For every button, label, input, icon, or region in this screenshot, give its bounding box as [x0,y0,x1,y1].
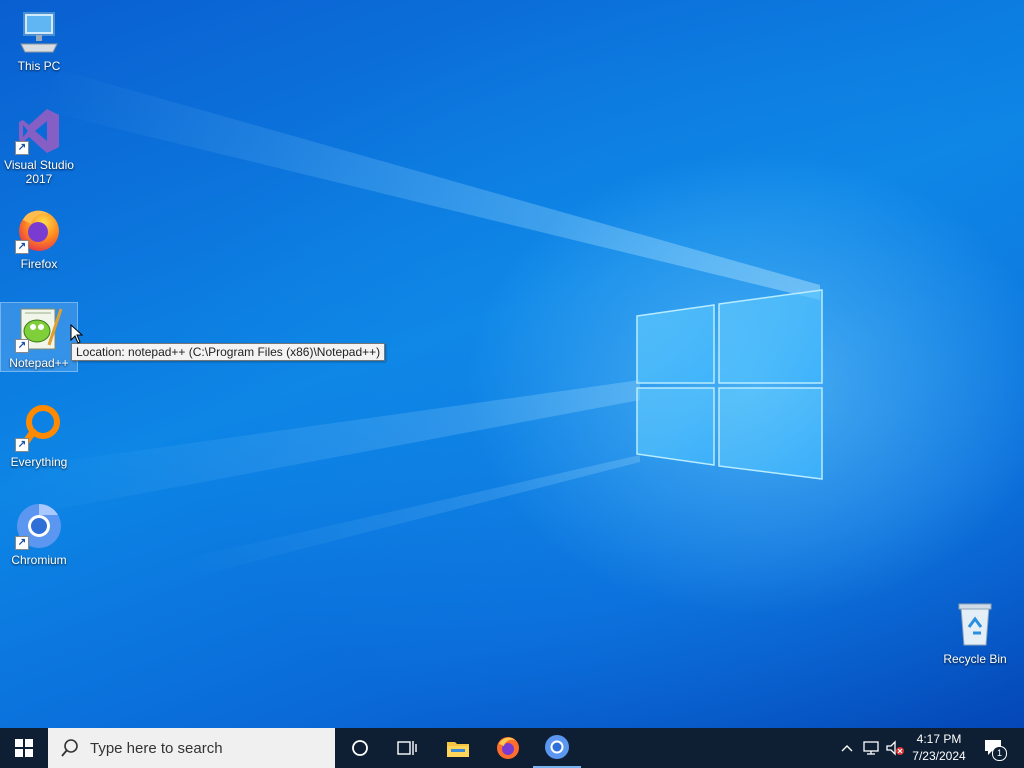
shortcut-arrow-icon: ↗ [15,339,29,353]
everything-search-icon: ↗ [15,404,63,452]
taskbar-firefox[interactable] [484,728,532,768]
task-view-icon [397,741,417,755]
chevron-up-icon [841,745,853,752]
windows-start-icon [15,739,33,757]
file-explorer-icon [447,742,469,757]
windows-logo-wallpaper [636,289,823,480]
desktop: This PC ↗ Visual Studio 2017 ↗ Firefox ↗… [0,0,1024,728]
notepad-plus-plus-icon: ↗ [15,305,63,353]
desktop-icon-this-pc[interactable]: This PC [1,8,77,73]
start-button[interactable] [0,728,48,768]
volume-tray-button[interactable] [884,728,906,768]
firefox-icon: ↗ [15,206,63,254]
search-icon [61,739,78,757]
cortana-button[interactable] [337,728,383,768]
network-tray-button[interactable] [860,728,882,768]
firefox-icon [497,737,519,759]
desktop-icon-visual-studio[interactable]: ↗ Visual Studio 2017 [1,107,77,186]
chromium-icon [545,735,569,759]
taskbar-chromium[interactable] [533,728,581,768]
desktop-icon-recycle-bin[interactable]: Recycle Bin [937,601,1013,666]
network-icon [863,741,879,755]
taskbar-file-explorer[interactable] [434,728,482,768]
task-view-button[interactable] [384,728,430,768]
action-center-button[interactable]: 1 [978,728,1010,768]
desktop-icon-notepad-plus-plus[interactable]: ↗ Notepad++ [0,302,78,372]
wallpaper-light-beams [0,70,820,575]
mouse-cursor-icon [70,324,84,344]
desktop-icon-everything[interactable]: ↗ Everything [1,404,77,469]
desktop-icon-firefox[interactable]: ↗ Firefox [1,206,77,271]
tooltip-notepad-location: Location: notepad++ (C:\Program Files (x… [71,343,386,361]
shortcut-arrow-icon: ↗ [15,240,29,254]
shortcut-arrow-icon: ↗ [15,438,29,452]
notification-count-badge: 1 [992,746,1007,761]
clock-time: 4:17 PM [916,732,962,746]
shortcut-arrow-icon: ↗ [15,141,29,155]
volume-muted-icon [886,740,904,756]
shortcut-arrow-icon: ↗ [15,536,29,550]
taskbar: Type here to search 4:17 PM 7/23/2024 1 [0,728,1024,768]
computer-icon [15,8,63,56]
desktop-icon-chromium[interactable]: ↗ Chromium [1,502,77,567]
show-hidden-icons-button[interactable] [836,728,858,768]
search-placeholder: Type here to search [90,739,223,757]
recycle-bin-icon [951,601,999,649]
taskbar-search-box[interactable]: Type here to search [48,728,335,768]
chromium-icon: ↗ [15,502,63,550]
clock-date: 7/23/2024 [912,749,966,763]
system-clock[interactable]: 4:17 PM 7/23/2024 [905,731,973,765]
cortana-icon [352,740,368,756]
visual-studio-icon: ↗ [15,107,63,155]
